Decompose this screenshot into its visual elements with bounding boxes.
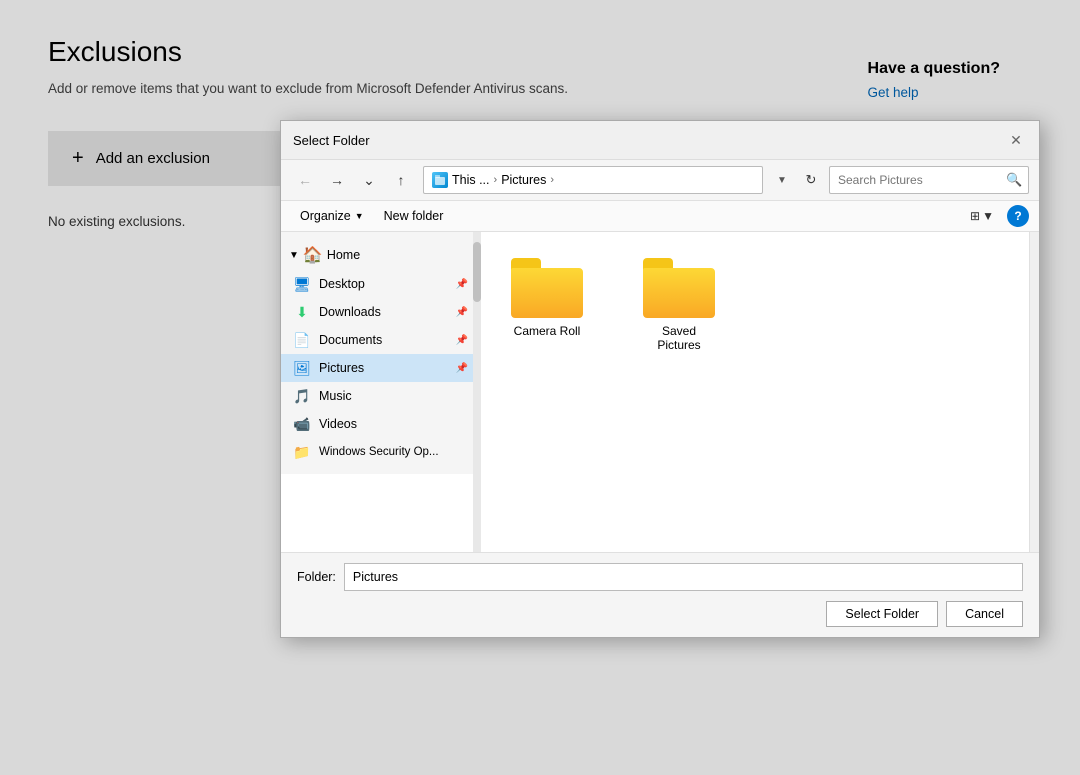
search-input[interactable] — [830, 173, 1001, 187]
sidebar-item-videos[interactable]: 📹 Videos — [281, 410, 480, 438]
home-icon: 🏠 — [303, 245, 323, 265]
documents-icon: 📄 — [293, 331, 311, 349]
sidebar-item-windows-security[interactable]: 📁 Windows Security Op... — [281, 438, 480, 466]
organize-arrow-icon: ▼ — [355, 211, 364, 221]
files-row: Camera Roll Saved Pictures — [497, 248, 1023, 362]
sidebar-scrollbar-thumb — [473, 242, 481, 302]
sidebar-item-documents-label: Documents — [319, 333, 382, 347]
content-area: ▼ 🏠 Home 🖥 Desktop 📌 ⬇ Downloads 📌 📄 D — [281, 232, 1039, 552]
camera-roll-folder-icon — [511, 258, 583, 318]
pin-icon-documents: 📌 — [456, 335, 468, 346]
sidebar-item-pictures-label: Pictures — [319, 361, 364, 375]
up-button[interactable]: ↑ — [387, 166, 415, 194]
sidebar-scrollbar[interactable] — [473, 232, 481, 552]
breadcrumb-sep1: › — [494, 174, 498, 186]
organize-button[interactable]: Organize ▼ — [291, 205, 373, 227]
view-dropdown-icon: ▼ — [982, 209, 994, 223]
sidebar-item-documents[interactable]: 📄 Documents 📌 — [281, 326, 480, 354]
sidebar-item-desktop[interactable]: 🖥 Desktop 📌 — [281, 270, 480, 298]
sidebar-group-home[interactable]: ▼ 🏠 Home — [281, 240, 480, 270]
view-icon: ⊞ — [970, 209, 980, 223]
sidebar-item-videos-label: Videos — [319, 417, 357, 431]
view-options-button[interactable]: ⊞ ▼ — [963, 205, 1001, 227]
file-item-saved-pictures[interactable]: Saved Pictures — [629, 248, 729, 362]
saved-pictures-label: Saved Pictures — [639, 324, 719, 352]
sidebar-item-music[interactable]: 🎵 Music — [281, 382, 480, 410]
new-folder-button[interactable]: New folder — [375, 205, 453, 227]
sidebar-item-desktop-label: Desktop — [319, 277, 365, 291]
toolbar: Organize ▼ New folder ⊞ ▼ ? — [281, 201, 1039, 232]
camera-roll-label: Camera Roll — [514, 324, 581, 338]
folder-input[interactable] — [344, 563, 1023, 591]
dialog-buttons: Select Folder Cancel — [297, 601, 1023, 627]
file-item-camera-roll[interactable]: Camera Roll — [497, 248, 597, 362]
address-dropdown-button[interactable]: ▼ — [771, 166, 793, 194]
breadcrumb-icon — [432, 172, 448, 188]
pin-icon: 📌 — [456, 279, 468, 290]
saved-pictures-folder-icon — [643, 258, 715, 318]
dialog-title-label: Select Folder — [293, 133, 370, 148]
breadcrumb-thispc: This ... — [452, 173, 490, 187]
cancel-button[interactable]: Cancel — [946, 601, 1023, 627]
pin-icon-pictures: 📌 — [456, 363, 468, 374]
pin-icon-downloads: 📌 — [456, 307, 468, 318]
windows-security-icon: 📁 — [293, 443, 311, 461]
videos-icon: 📹 — [293, 415, 311, 433]
desktop-icon: 🖥 — [293, 275, 311, 293]
toolbar-right: ⊞ ▼ ? — [963, 205, 1029, 227]
back-button[interactable]: ← — [291, 166, 319, 194]
nav-bar: ← → ⌄ ↑ This ... › Pictures › ▼ ↻ 🔍 — [281, 160, 1039, 201]
music-icon: 🎵 — [293, 387, 311, 405]
new-folder-label: New folder — [384, 209, 444, 223]
search-submit-button[interactable]: 🔍 — [1001, 166, 1028, 194]
downloads-icon: ⬇ — [293, 303, 311, 321]
sidebar: ▼ 🏠 Home 🖥 Desktop 📌 ⬇ Downloads 📌 📄 D — [281, 232, 481, 474]
dialog-footer: Folder: Select Folder Cancel — [281, 552, 1039, 637]
home-group-label: Home — [327, 248, 360, 262]
file-area-scrollbar[interactable] — [1029, 232, 1039, 552]
sidebar-wrapper: ▼ 🏠 Home 🖥 Desktop 📌 ⬇ Downloads 📌 📄 D — [281, 232, 481, 552]
sidebar-item-downloads-label: Downloads — [319, 305, 381, 319]
refresh-button[interactable]: ↻ — [797, 166, 825, 194]
folder-input-row: Folder: — [297, 563, 1023, 591]
sidebar-item-pictures[interactable]: 🖼 Pictures 📌 — [281, 354, 480, 382]
breadcrumb-pictures: Pictures — [501, 173, 546, 187]
sidebar-item-windows-security-label: Windows Security Op... — [319, 446, 439, 458]
sidebar-item-music-label: Music — [319, 389, 352, 403]
home-chevron-icon: ▼ — [289, 250, 299, 261]
dialog-close-button[interactable]: ✕ — [1005, 129, 1027, 151]
pictures-icon: 🖼 — [293, 359, 311, 377]
breadcrumb-sep2: › — [550, 174, 554, 186]
dialog-titlebar: Select Folder ✕ — [281, 121, 1039, 160]
forward-button[interactable]: → — [323, 166, 351, 194]
select-folder-dialog: Select Folder ✕ ← → ⌄ ↑ This ... › Pictu… — [280, 120, 1040, 638]
organize-label: Organize — [300, 209, 351, 223]
select-folder-button[interactable]: Select Folder — [826, 601, 938, 627]
file-area: Camera Roll Saved Pictures — [481, 232, 1039, 552]
sidebar-item-downloads[interactable]: ⬇ Downloads 📌 — [281, 298, 480, 326]
search-box: 🔍 — [829, 166, 1029, 194]
recent-locations-button[interactable]: ⌄ — [355, 166, 383, 194]
breadcrumb-bar[interactable]: This ... › Pictures › — [423, 166, 763, 194]
dialog-help-button[interactable]: ? — [1007, 205, 1029, 227]
folder-label: Folder: — [297, 570, 336, 584]
